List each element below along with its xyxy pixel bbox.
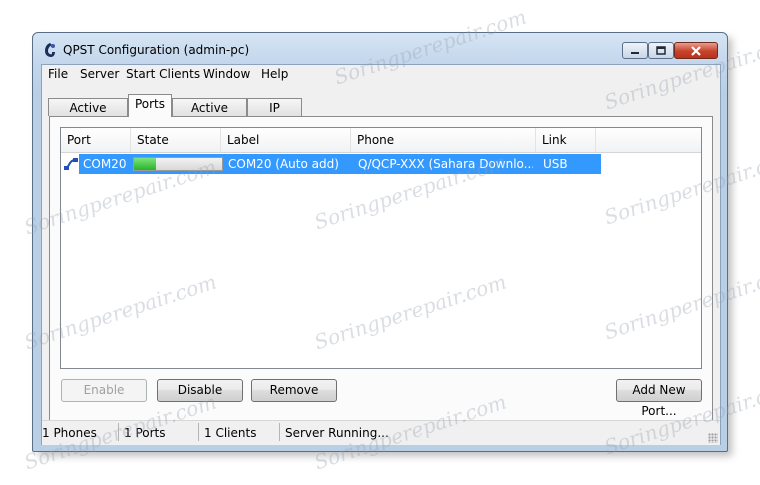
- status-separator: [118, 423, 119, 441]
- menu-bar: File Server Start Clients Window Help: [42, 65, 720, 85]
- port-connection-icon: [64, 158, 78, 170]
- minimize-button[interactable]: [622, 42, 648, 59]
- tab-ip-server[interactable]: IP Server: [247, 98, 302, 133]
- column-header-link[interactable]: Link: [536, 128, 596, 152]
- menu-server[interactable]: Server: [80, 67, 119, 81]
- ports-panel: Port State Label Phone Link COM20 COM20 …: [49, 116, 713, 438]
- column-header-state[interactable]: State: [131, 128, 221, 152]
- status-bar: 1 Phones 1 Ports 1 Clients Server Runnin…: [42, 420, 720, 445]
- maximize-icon: [656, 46, 666, 55]
- cell-label: COM20 (Auto add): [228, 157, 339, 171]
- tab-ports[interactable]: Ports: [128, 94, 172, 117]
- cell-phone: Q/QCP-XXX (Sahara Downlo...: [358, 157, 533, 171]
- status-separator: [198, 423, 199, 441]
- tab-active-phones[interactable]: Active Phones: [48, 98, 128, 133]
- menu-file[interactable]: File: [48, 67, 68, 81]
- cell-port: COM20: [83, 157, 127, 171]
- list-header: Port State Label Phone Link: [61, 128, 701, 153]
- enable-button[interactable]: Enable: [61, 379, 147, 402]
- window-title: QPST Configuration (admin-pc): [63, 43, 250, 57]
- tab-active-clients[interactable]: Active Clients: [172, 98, 247, 133]
- ports-list[interactable]: Port State Label Phone Link COM20 COM20 …: [60, 127, 702, 369]
- resize-grip[interactable]: [708, 433, 718, 443]
- column-header-phone[interactable]: Phone: [351, 128, 536, 152]
- state-progress-bar: [133, 157, 223, 171]
- close-button[interactable]: [674, 42, 718, 59]
- column-header-port[interactable]: Port: [61, 128, 131, 152]
- disable-button[interactable]: Disable: [157, 379, 243, 402]
- qpst-app-icon: [45, 43, 55, 57]
- status-phones: 1 Phones: [42, 426, 97, 440]
- status-ports: 1 Ports: [124, 426, 166, 440]
- client-area: File Server Start Clients Window Help Ac…: [41, 64, 721, 445]
- column-header-label[interactable]: Label: [221, 128, 351, 152]
- status-clients: 1 Clients: [204, 426, 257, 440]
- close-icon: [691, 46, 701, 56]
- table-row[interactable]: COM20 COM20 (Auto add) Q/QCP-XXX (Sahara…: [61, 154, 601, 174]
- menu-help[interactable]: Help: [261, 67, 288, 81]
- minimize-icon: [631, 52, 639, 54]
- add-new-port-button[interactable]: Add New Port...: [616, 379, 702, 418]
- menu-start-clients[interactable]: Start Clients: [126, 67, 200, 81]
- maximize-button[interactable]: [648, 42, 674, 59]
- cell-link: USB: [543, 157, 568, 171]
- state-progress-fill: [134, 158, 156, 170]
- status-separator: [279, 423, 280, 441]
- remove-button[interactable]: Remove: [251, 379, 337, 402]
- qpst-window: QPST Configuration (admin-pc) File Serve…: [32, 32, 728, 452]
- status-server: Server Running...: [285, 426, 389, 440]
- title-bar[interactable]: QPST Configuration (admin-pc): [33, 33, 727, 63]
- menu-window[interactable]: Window: [203, 67, 250, 81]
